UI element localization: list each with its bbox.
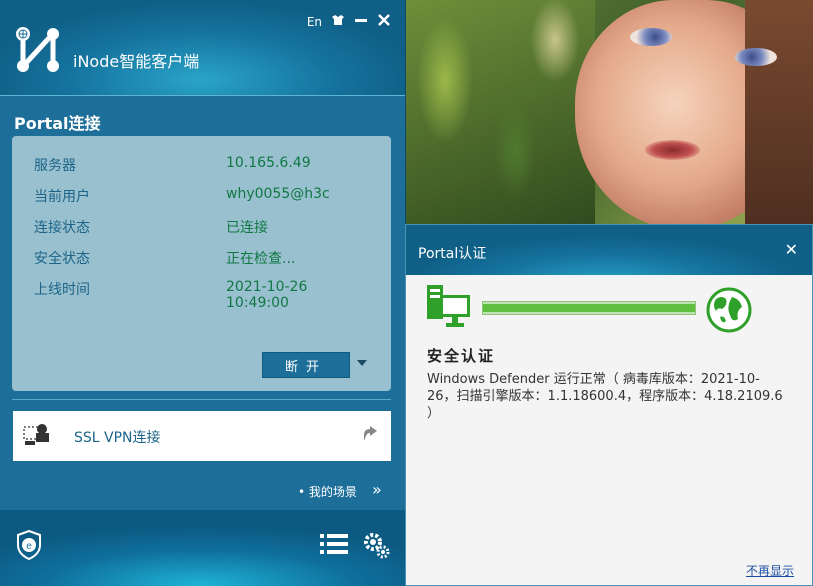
menu-list-icon[interactable] [320,532,348,556]
info-value: 2021-10-26 10:49:00 [226,279,308,311]
app-title: iNode智能客户端 [73,52,200,71]
window-controls: En [307,14,391,29]
painting-eye-left [630,28,672,46]
dialog-title: Portal认证 [418,246,487,262]
info-value: 已连接 [226,220,268,236]
portal-auth-dialog: Portal认证 ✕ 安全认证 Windows Defender 运行正常（ 病… [405,224,813,586]
painting-eye-right [735,48,777,66]
globe-icon [706,287,752,333]
shield-e-icon[interactable]: e [16,530,42,560]
connection-info-panel: 服务器 10.165.6.49 当前用户 why0055@h3c 连接状态 已连… [12,136,391,391]
dialog-header: Portal认证 ✕ [406,225,812,275]
close-icon[interactable]: ✕ [785,240,798,259]
vpn-icon [23,424,49,445]
info-key: 当前用户 [34,189,90,205]
painting-mouth [645,140,700,160]
auth-progress-bar [482,301,696,315]
painting-hair [745,0,813,230]
info-key: 上线时间 [34,282,90,298]
security-title: 安全认证 [427,347,496,365]
info-value: 10.165.6.49 [226,155,311,171]
double-chevron-right-icon[interactable]: » [372,480,382,499]
ssl-vpn-card[interactable]: SSL VPN连接 [13,411,391,461]
computer-icon [427,285,470,327]
disconnect-button[interactable]: 断开 [262,352,350,378]
minimize-icon[interactable] [354,14,368,29]
info-key: 连接状态 [34,220,90,236]
inode-window: iNode智能客户端 En Portal连接 服务器 10.165.6.49 当… [0,0,406,586]
info-value: 正在检查... [226,251,296,267]
chevron-down-icon[interactable] [357,360,367,366]
close-icon[interactable] [377,14,391,29]
painting-leaves [405,0,595,230]
gear-icon[interactable] [361,530,391,560]
window-footer: e [0,510,405,586]
vpn-label: SSL VPN连接 [74,430,161,446]
window-header: iNode智能客户端 En [0,0,405,96]
skin-icon[interactable] [331,14,345,29]
dont-show-again-link[interactable]: 不再显示 [746,562,794,579]
auth-progress-fill [483,304,695,312]
arrow-up-right-icon[interactable] [361,425,379,443]
my-scenes-link[interactable]: • 我的场景 [298,483,357,500]
language-toggle[interactable]: En [307,15,322,29]
info-key: 服务器 [34,158,76,174]
section-title: Portal连接 [14,114,101,133]
security-message: Windows Defender 运行正常（ 病毒库版本：2021-10-26，… [427,372,783,421]
info-key: 安全状态 [34,251,90,267]
inode-logo-icon [16,27,59,72]
divider [12,399,391,400]
svg-text:e: e [26,541,32,552]
info-value: why0055@h3c [226,186,330,202]
